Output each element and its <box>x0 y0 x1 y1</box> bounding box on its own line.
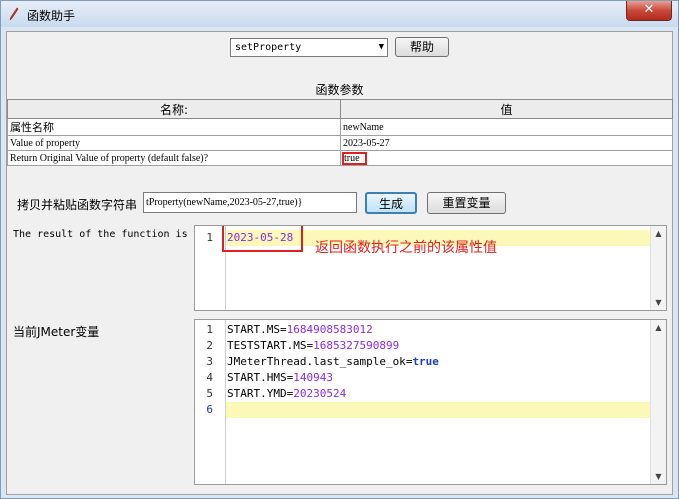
vars-scrollbar[interactable]: ▲ ▼ <box>650 320 666 484</box>
close-icon: ✕ <box>643 2 655 17</box>
function-string-field[interactable]: tProperty(newName,2023-05-27,true)} <box>143 192 357 213</box>
line-number-gutter: 1 <box>195 226 226 310</box>
result-highlight-box <box>222 226 303 252</box>
function-dropdown-value: setProperty <box>235 42 302 53</box>
list-item: START.YMD=20230524 <box>227 387 347 400</box>
line-number: 2 <box>206 339 213 352</box>
current-line-highlight <box>226 402 650 418</box>
param-value-cell[interactable]: newName <box>340 118 673 136</box>
highlight-box-true: true <box>342 151 367 165</box>
help-button[interactable]: 帮助 <box>395 37 449 57</box>
scroll-down-icon[interactable]: ▼ <box>651 472 666 481</box>
line-number: 4 <box>206 371 213 384</box>
param-value-cell[interactable]: 2023-05-27 <box>340 135 673 151</box>
jmeter-vars-label: 当前JMeter变量 <box>13 325 100 339</box>
table-row: Return Original Value of property (defau… <box>7 150 673 166</box>
feather-pen-icon <box>9 7 19 21</box>
params-section-title: 函数参数 <box>315 83 364 97</box>
window-title: 函数助手 <box>27 9 76 23</box>
param-value-cell[interactable]: true <box>340 150 673 166</box>
line-number: 1 <box>206 231 213 244</box>
line-number: 3 <box>206 355 213 368</box>
function-helper-window: 函数助手 ✕ setProperty ▼ 帮助 函数参数 名称: 值 属性名称 … <box>0 0 679 499</box>
list-item: START.MS=1684908583012 <box>227 323 373 336</box>
param-name-cell[interactable]: Return Original Value of property (defau… <box>7 150 341 166</box>
close-button[interactable]: ✕ <box>626 1 672 21</box>
scroll-down-icon[interactable]: ▼ <box>651 298 666 307</box>
generate-button[interactable]: 生成 <box>365 192 417 214</box>
chevron-down-icon: ▼ <box>378 42 384 52</box>
line-number: 1 <box>206 323 213 336</box>
title-bar[interactable]: 函数助手 ✕ <box>1 1 678 27</box>
param-name-cell[interactable]: Value of property <box>7 135 341 151</box>
reset-variables-button[interactable]: 重置变量 <box>427 192 506 214</box>
jmeter-vars-editor[interactable]: 1 2 3 4 5 6 START.MS=1684908583012 TESTS… <box>194 319 667 485</box>
copy-string-label: 拷贝并粘贴函数字符串 <box>17 198 138 212</box>
line-number: 6 <box>206 403 213 416</box>
dialog-content: setProperty ▼ 帮助 函数参数 名称: 值 属性名称 newName… <box>6 31 673 495</box>
annotation-text: 返回函数执行之前的该属性值 <box>315 240 497 256</box>
table-row: Value of property 2023-05-27 <box>7 135 673 151</box>
scroll-up-icon[interactable]: ▲ <box>651 323 666 332</box>
line-number: 5 <box>206 387 213 400</box>
params-table: 名称: 值 属性名称 newName Value of property 202… <box>7 99 673 166</box>
list-item: START.HMS=140943 <box>227 371 333 384</box>
param-name-cell[interactable]: 属性名称 <box>7 118 341 136</box>
line-number-gutter: 1 2 3 4 5 6 <box>195 320 226 484</box>
table-row: 属性名称 newName <box>7 118 673 136</box>
list-item: TESTSTART.MS=1685327590899 <box>227 339 400 352</box>
function-dropdown[interactable]: setProperty ▼ <box>230 38 388 57</box>
list-item: JMeterThread.last_sample_ok=true <box>227 355 439 368</box>
result-label: The result of the function is <box>13 229 188 240</box>
scroll-up-icon[interactable]: ▲ <box>651 229 666 238</box>
result-scrollbar[interactable]: ▲ ▼ <box>650 226 666 310</box>
column-header-value: 值 <box>340 99 673 119</box>
column-header-name: 名称: <box>7 99 341 119</box>
